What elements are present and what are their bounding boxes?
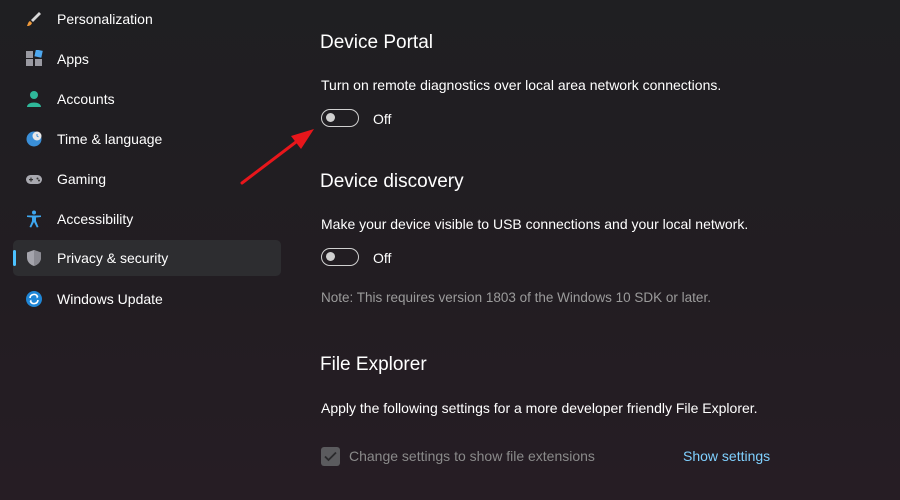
sidebar-item-privacy-security[interactable]: Privacy & security <box>13 240 281 276</box>
device-discovery-toggle-state: Off <box>373 250 392 266</box>
sidebar-item-time-language[interactable]: Time & language <box>13 121 281 157</box>
sidebar-item-label: Accounts <box>57 91 115 107</box>
device-discovery-heading: Device discovery <box>320 171 464 192</box>
file-explorer-description: Apply the following settings for a more … <box>321 400 758 416</box>
main-content: Device Portal Turn on remote diagnostics… <box>320 0 880 500</box>
shield-icon <box>25 249 43 267</box>
selection-indicator <box>13 250 16 266</box>
gamepad-icon <box>25 170 43 188</box>
show-settings-link[interactable]: Show settings <box>683 448 770 464</box>
sidebar-item-label: Gaming <box>57 171 107 187</box>
globe-clock-icon <box>25 130 43 148</box>
device-portal-description: Turn on remote diagnostics over local ar… <box>321 77 722 93</box>
sidebar-item-gaming[interactable]: Gaming <box>13 161 281 197</box>
sidebar-item-accounts[interactable]: Accounts <box>13 81 281 117</box>
sidebar-item-label: Personalization <box>57 11 153 27</box>
sidebar-item-label: Apps <box>57 51 89 67</box>
accessibility-icon <box>25 210 43 228</box>
file-explorer-heading: File Explorer <box>320 354 427 375</box>
sidebar-item-windows-update[interactable]: Windows Update <box>13 281 281 317</box>
checkmark-icon <box>324 451 337 462</box>
device-discovery-description: Make your device visible to USB connecti… <box>321 216 749 232</box>
sidebar-item-label: Time & language <box>57 131 163 147</box>
sdk-requirement-note: Note: This requires version 1803 of the … <box>321 290 711 305</box>
toggle-knob <box>326 252 335 261</box>
sidebar-item-accessibility[interactable]: Accessibility <box>13 201 281 237</box>
sidebar: Personalization Apps Accounts Time & lan… <box>0 0 295 500</box>
device-portal-toggle-state: Off <box>373 111 392 127</box>
show-file-extensions-checkbox[interactable] <box>321 447 340 466</box>
toggle-knob <box>326 113 335 122</box>
sidebar-item-label: Windows Update <box>57 291 163 307</box>
sidebar-item-personalization[interactable]: Personalization <box>13 1 281 37</box>
sidebar-item-label: Privacy & security <box>57 250 169 266</box>
sidebar-item-label: Accessibility <box>57 211 134 227</box>
device-portal-heading: Device Portal <box>320 32 433 53</box>
device-portal-toggle[interactable] <box>321 109 359 127</box>
apps-icon <box>25 49 43 68</box>
device-discovery-toggle[interactable] <box>321 248 359 266</box>
person-icon <box>25 90 43 108</box>
paintbrush-icon <box>25 10 43 28</box>
show-file-extensions-label: Change settings to show file extensions <box>349 448 595 464</box>
sidebar-item-apps[interactable]: Apps <box>13 41 281 77</box>
update-icon <box>25 290 43 308</box>
